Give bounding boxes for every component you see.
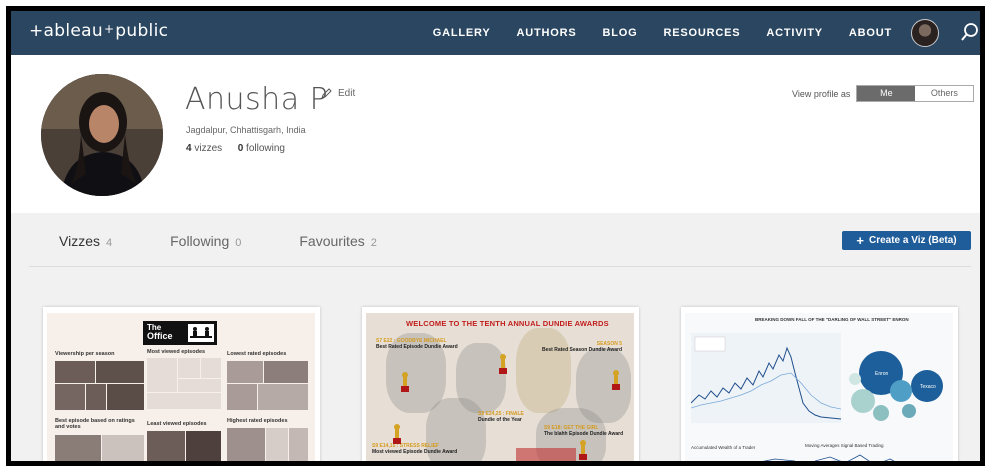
tab-vizzes-label: Vizzes xyxy=(59,233,100,249)
viz-thumbnail-enron: BREAKING DOWN FALL OF THE "DARLING OF WA… xyxy=(685,313,953,461)
enron-bottom-label-1: Accumulated Wealth of a Trader xyxy=(691,445,756,450)
tab-following[interactable]: Following 0 xyxy=(170,233,241,249)
label-most-viewed: Most viewed episodes xyxy=(147,349,206,355)
label-least-viewed: Least viewed episodes xyxy=(147,421,207,427)
nav-authors[interactable]: AUTHORS xyxy=(517,27,577,39)
create-viz-label: Create a Viz (Beta) xyxy=(868,235,957,246)
profile-name: Anusha P xyxy=(185,82,329,117)
nav-gallery[interactable]: GALLERY xyxy=(433,27,491,39)
nav-about[interactable]: ABOUT xyxy=(849,27,892,39)
bubble-chart: Enron Texaco xyxy=(849,351,943,421)
bubble-label-texaco: Texaco xyxy=(920,384,936,390)
user-avatar-small[interactable] xyxy=(911,19,939,47)
profile-header: Anusha P Edit Jagdalpur, Chhattisgarh, I… xyxy=(11,55,980,213)
logo-text-tableau: +ableau xyxy=(29,21,103,41)
search-icon[interactable] xyxy=(961,23,979,43)
tabs-divider xyxy=(29,266,971,267)
top-navigation: +ableau+public GALLERY AUTHORS BLOG RESO… xyxy=(11,11,980,55)
tab-vizzes[interactable]: Vizzes 4 xyxy=(59,233,112,249)
office-desk-icon xyxy=(188,324,214,342)
viz-card-dundie[interactable]: WELCOME TO THE TENTH ANNUAL DUNDIE AWARD… xyxy=(362,307,639,461)
award-1: S7 E22 : GOODBYE MICHAEL Best Rated Episo… xyxy=(376,338,458,350)
view-as-me-button[interactable]: Me xyxy=(857,86,916,101)
viz-thumbnail-office: The Office Viewership per season Most vi… xyxy=(47,313,315,461)
label-lowest-rated: Lowest rated episodes xyxy=(227,351,287,357)
enron-bottom-label-2: Moving Averages Signal Based Trading xyxy=(805,443,884,448)
stock-line-chart xyxy=(691,333,841,423)
award-5-name: The blahh Episode Dundie Award xyxy=(544,431,624,437)
award-2-name: Best Rated Season Dundie Award xyxy=(542,347,623,353)
tab-following-label: Following xyxy=(170,233,230,249)
viz-card-office[interactable]: The Office Viewership per season Most vi… xyxy=(43,307,320,461)
view-as-others-button[interactable]: Others xyxy=(915,86,974,101)
award-3-name: Dundie of the Year xyxy=(478,417,522,423)
label-viewership: Viewership per season xyxy=(55,351,115,357)
trophy-icon xyxy=(612,370,620,390)
label-highest-rated: Highest rated episodes xyxy=(227,418,288,424)
office-logo: The Office xyxy=(143,321,217,345)
tab-vizzes-count: 4 xyxy=(105,237,113,249)
edit-profile-link[interactable]: Edit xyxy=(321,88,355,99)
nav-resources[interactable]: RESOURCES xyxy=(663,27,740,39)
award-4-name: Most viewed Episode Dundie Award xyxy=(372,449,458,455)
moving-average-chart xyxy=(815,454,895,461)
tableau-public-logo[interactable]: +ableau+public xyxy=(29,21,168,41)
nav-activity[interactable]: ACTIVITY xyxy=(766,27,823,39)
award-3: S9 E24,25 : FINALE Dundie of the Year xyxy=(478,411,524,423)
tab-favourites-count: 2 xyxy=(370,237,377,249)
profile-counts: 4 vizzes 0 following xyxy=(186,143,285,154)
dundie-title: WELCOME TO THE TENTH ANNUAL DUNDIE AWARD… xyxy=(406,319,609,328)
award-2: SEASON 5 Best Rated Season Dundie Award xyxy=(542,341,622,353)
following-count: 0 xyxy=(237,143,244,154)
bubble-label-enron: Enron xyxy=(875,371,889,377)
browser-frame: +ableau+public GALLERY AUTHORS BLOG RESO… xyxy=(6,6,985,466)
logo-star: + xyxy=(103,22,115,36)
nav-blog[interactable]: BLOG xyxy=(603,27,638,39)
award-5: S9 E18: GET THE GIRL The blahh Episode Du… xyxy=(544,425,623,437)
viz-card-enron[interactable]: BREAKING DOWN FALL OF THE "DARLING OF WA… xyxy=(681,307,958,461)
tab-favourites-label: Favourites xyxy=(299,233,365,249)
award-4: S9 E14,15 : STRESS RELIEF Most viewed Epi… xyxy=(372,443,457,455)
profile-location: Jagdalpur, Chhattisgarh, India xyxy=(186,125,306,135)
award-1-name: Best Rated Episode Dundie Award xyxy=(376,344,458,350)
vizzes-count: 4 xyxy=(186,143,192,154)
trophy-icon xyxy=(401,372,409,392)
tab-following-count: 0 xyxy=(235,237,242,249)
trophy-icon xyxy=(499,354,507,374)
enron-title: BREAKING DOWN FALL OF THE "DARLING OF WA… xyxy=(755,317,909,322)
viz-thumbnail-dundie: WELCOME TO THE TENTH ANNUAL DUNDIE AWARD… xyxy=(366,313,634,461)
pencil-icon xyxy=(321,88,332,99)
view-profile-as: View profile as Me Others xyxy=(792,85,975,102)
nav-links: GALLERY AUTHORS BLOG RESOURCES ACTIVITY … xyxy=(407,11,892,55)
profile-avatar xyxy=(41,74,163,196)
plus-icon: + xyxy=(856,232,864,248)
profile-content: Vizzes 4 Following 0 Favourites 2 + Create … xyxy=(11,213,980,461)
trophy-icon xyxy=(579,440,587,460)
label-best-episode: Best episode based on ratings and votes xyxy=(55,418,135,430)
logo-text-public: public xyxy=(115,21,169,41)
following-label[interactable]: following xyxy=(246,143,285,154)
vizzes-label[interactable]: vizzes xyxy=(194,143,222,154)
profile-tabs: Vizzes 4 Following 0 Favourites 2 xyxy=(59,233,435,249)
view-as-label: View profile as xyxy=(792,88,851,99)
trophy-icon xyxy=(393,424,401,444)
tab-favourites[interactable]: Favourites 2 xyxy=(299,233,376,249)
dundie-banner xyxy=(516,448,576,461)
create-viz-button[interactable]: + Create a Viz (Beta) xyxy=(842,231,971,250)
view-as-toggle: Me Others xyxy=(856,85,975,102)
trader-mini-chart xyxy=(762,458,795,461)
edit-label: Edit xyxy=(338,88,356,99)
